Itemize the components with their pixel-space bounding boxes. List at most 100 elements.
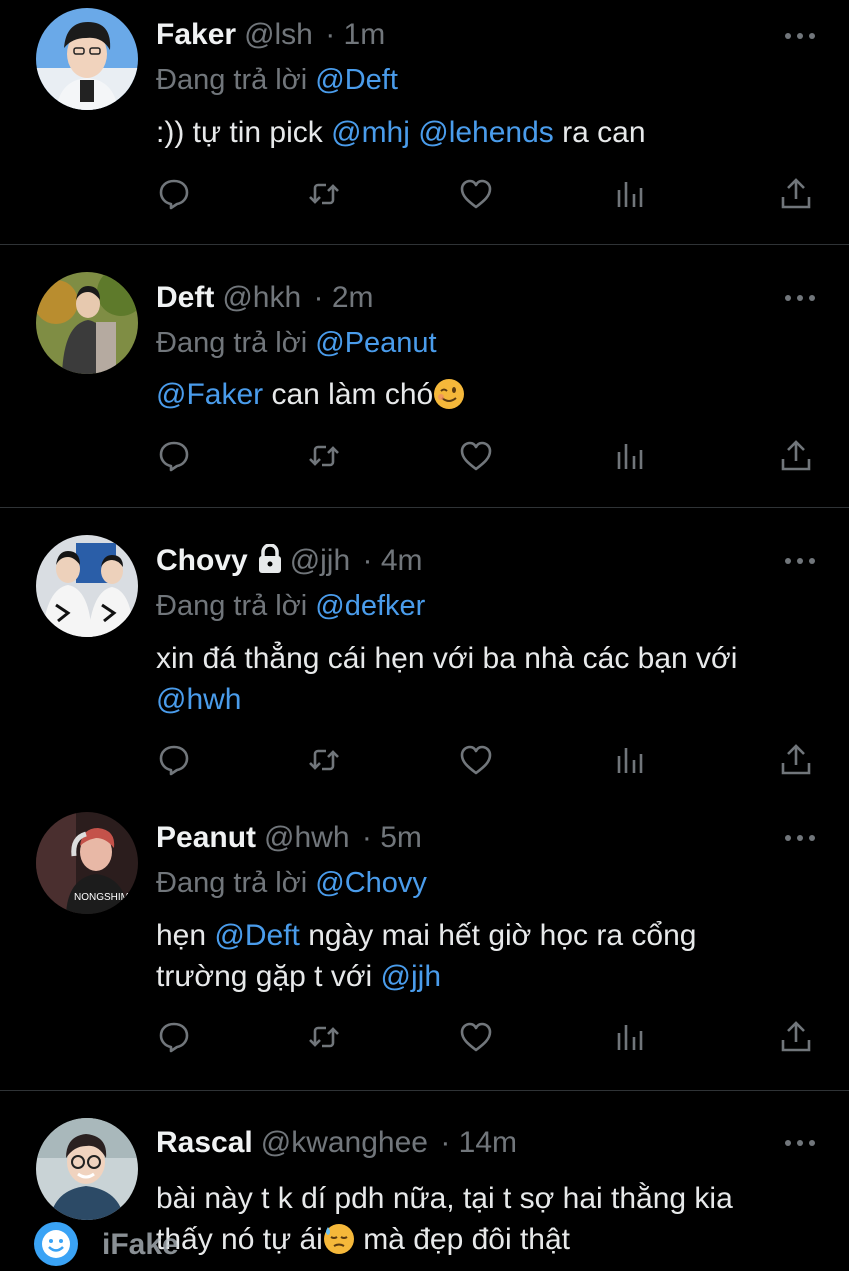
retweet-button[interactable] bbox=[306, 176, 342, 212]
text-part: :)) tự tin pick bbox=[156, 116, 332, 149]
reply-to-link[interactable]: @Chovy bbox=[315, 867, 427, 899]
reply-to-link[interactable]: @Deft bbox=[315, 64, 398, 96]
text-part: ra can bbox=[553, 116, 646, 149]
divider bbox=[0, 1090, 849, 1091]
retweet-icon bbox=[306, 438, 342, 474]
tweet-text: hẹn @Deft ngày mai hết giờ học ra cổng t… bbox=[156, 915, 796, 997]
reply-button[interactable] bbox=[156, 1019, 192, 1055]
mention-link[interactable]: @jjh bbox=[381, 960, 441, 993]
comment-bubble-icon bbox=[156, 742, 192, 778]
reply-to-link[interactable]: @defker bbox=[315, 590, 425, 622]
timestamp[interactable]: · 5m bbox=[362, 821, 422, 854]
timestamp[interactable]: · 1m bbox=[325, 18, 385, 51]
user-handle[interactable]: @lsh bbox=[244, 18, 313, 51]
more-options-button[interactable] bbox=[784, 1139, 816, 1147]
share-button[interactable] bbox=[778, 438, 814, 474]
display-name[interactable]: Peanut bbox=[156, 821, 256, 854]
tweet-text: bài này t k dí pdh nữa, tại t sợ hai thằ… bbox=[156, 1178, 796, 1260]
mention-link[interactable]: @mhj bbox=[331, 116, 410, 149]
comment-bubble-icon bbox=[156, 176, 192, 212]
like-button[interactable] bbox=[458, 438, 494, 474]
more-options-button[interactable] bbox=[784, 294, 816, 302]
views-button[interactable] bbox=[612, 742, 648, 778]
text-part: can làm chó bbox=[263, 378, 434, 411]
timestamp[interactable]: · 2m bbox=[314, 281, 374, 314]
like-button[interactable] bbox=[458, 742, 494, 778]
share-button[interactable] bbox=[778, 1019, 814, 1055]
display-name[interactable]: Deft bbox=[156, 281, 214, 314]
action-bar bbox=[156, 438, 820, 478]
divider bbox=[0, 507, 849, 508]
tweet-text: xin đá thẳng cái hẹn với ba nhà các bạn … bbox=[156, 638, 796, 720]
reply-button[interactable] bbox=[156, 742, 192, 778]
tweet-text: @Faker can làm chó bbox=[156, 374, 796, 415]
display-name[interactable]: Chovy bbox=[156, 544, 248, 577]
user-handle[interactable]: @hkh bbox=[222, 281, 301, 314]
mention-link[interactable]: @Deft bbox=[214, 919, 299, 952]
text-part: ngày mai hết giờ học ra cổng bbox=[299, 919, 697, 952]
action-bar bbox=[156, 176, 820, 216]
heart-icon bbox=[458, 176, 494, 212]
views-button[interactable] bbox=[612, 1019, 648, 1055]
more-options-button[interactable] bbox=[784, 32, 816, 40]
timestamp[interactable]: · 4m bbox=[363, 544, 423, 577]
share-icon bbox=[778, 1019, 814, 1055]
reply-context: Đang trả lời @Deft bbox=[156, 62, 398, 98]
lock-icon bbox=[258, 543, 282, 583]
text-part: hẹn bbox=[156, 919, 215, 952]
user-handle[interactable]: @kwanghee bbox=[261, 1126, 428, 1159]
more-dots-icon bbox=[784, 557, 816, 565]
avatar[interactable]: NONGSHIM bbox=[36, 812, 138, 914]
mention-link[interactable]: @Faker bbox=[156, 378, 263, 411]
tweet-text: :)) tự tin pick @mhj @lehends ra can bbox=[156, 112, 796, 153]
more-dots-icon bbox=[784, 32, 816, 40]
share-button[interactable] bbox=[778, 176, 814, 212]
smiley-logo-icon bbox=[34, 1222, 78, 1266]
bar-chart-icon bbox=[612, 176, 648, 212]
downcast-face-with-sweat-emoji bbox=[323, 1223, 355, 1255]
reply-button[interactable] bbox=[156, 176, 192, 212]
share-icon bbox=[778, 176, 814, 212]
retweet-button[interactable] bbox=[306, 438, 342, 474]
retweet-icon bbox=[306, 742, 342, 778]
more-dots-icon bbox=[784, 1139, 816, 1147]
retweet-button[interactable] bbox=[306, 1019, 342, 1055]
reply-context: Đang trả lời @defker bbox=[156, 588, 425, 624]
reply-context: Đang trả lời @Peanut bbox=[156, 325, 437, 361]
text-part: xin đá thẳng cái hẹn với ba nhà các bạn … bbox=[156, 642, 738, 675]
display-name[interactable]: Rascal bbox=[156, 1126, 253, 1159]
text-part: trường gặp t với bbox=[156, 960, 381, 993]
share-button[interactable] bbox=[778, 742, 814, 778]
more-options-button[interactable] bbox=[784, 557, 816, 565]
views-button[interactable] bbox=[612, 176, 648, 212]
share-icon bbox=[778, 742, 814, 778]
user-handle[interactable]: @jjh bbox=[290, 544, 350, 577]
timestamp[interactable]: · 14m bbox=[440, 1126, 517, 1159]
more-dots-icon bbox=[784, 294, 816, 302]
text-part: mà đẹp đôi thật bbox=[354, 1223, 571, 1256]
reply-prefix: Đang trả lời bbox=[156, 590, 308, 622]
text-part bbox=[410, 116, 418, 149]
avatar[interactable] bbox=[36, 272, 138, 374]
reply-button[interactable] bbox=[156, 438, 192, 474]
display-name[interactable]: Faker bbox=[156, 18, 236, 51]
text-part: bài này t k dí pdh nữa, tại t sợ hai thằ… bbox=[156, 1182, 733, 1215]
more-options-button[interactable] bbox=[784, 834, 816, 842]
reply-prefix: Đang trả lời bbox=[156, 867, 308, 899]
reply-to-link[interactable]: @Peanut bbox=[315, 327, 436, 359]
avatar[interactable] bbox=[36, 535, 138, 637]
reply-context: Đang trả lời @Chovy bbox=[156, 865, 427, 901]
like-button[interactable] bbox=[458, 1019, 494, 1055]
mention-link[interactable]: @lehends bbox=[418, 116, 554, 149]
views-button[interactable] bbox=[612, 438, 648, 474]
action-bar bbox=[156, 1019, 820, 1059]
like-button[interactable] bbox=[458, 176, 494, 212]
avatar[interactable] bbox=[36, 8, 138, 110]
retweet-button[interactable] bbox=[306, 742, 342, 778]
avatar[interactable] bbox=[36, 1118, 138, 1220]
heart-icon bbox=[458, 742, 494, 778]
comment-bubble-icon bbox=[156, 1019, 192, 1055]
mention-link[interactable]: @hwh bbox=[156, 683, 242, 716]
user-handle[interactable]: @hwh bbox=[264, 821, 350, 854]
svg-text:NONGSHIM: NONGSHIM bbox=[74, 892, 129, 903]
